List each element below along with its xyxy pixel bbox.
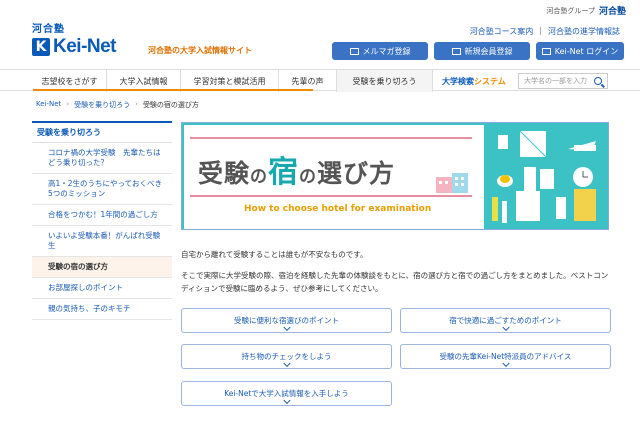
breadcrumb: Kei-Net › 受験を乗り切ろう › 受験の宿の選び方 [36, 100, 199, 110]
hero-title-a: 受験 [198, 159, 251, 188]
link-comfort-points[interactable]: 宿で快適に過ごすためのポイント [400, 308, 611, 333]
chevron-down-icon [501, 359, 510, 368]
course-link[interactable]: 河合塾コース案内 [470, 26, 534, 37]
account-buttons: メルマガ登録 新規会員登録 Kei-Net ログイン [332, 42, 624, 60]
group-label: 河合塾グループ [546, 6, 595, 15]
site-logo[interactable]: 河合塾 K Kei-Net [32, 20, 117, 58]
hero-banner: 受験の宿の選び方 How to choose hotel for examina… [181, 122, 609, 230]
univ-search-label-b: システム [474, 76, 506, 86]
hero-title-c: 宿 [268, 155, 300, 190]
login-label: Kei-Net ログイン [554, 46, 619, 56]
sidebar-item-room[interactable]: お部屋探しのポイント [32, 278, 172, 299]
univ-search-label: 大学検索 システム [442, 70, 506, 92]
link-advice[interactable]: 受験の先輩Kei-Net特派員のアドバイス [400, 344, 611, 369]
link-checklist[interactable]: 持ち物のチェックをしよう [181, 344, 392, 369]
group-bar: 河合塾グループ 河合塾 [546, 4, 626, 18]
intro-line-1: 自宅から離れて受験することは誰もが不安なものです。 [181, 250, 368, 259]
user-icon [451, 47, 461, 55]
login-icon [541, 47, 551, 55]
magazine-link[interactable]: 河合塾の進学情報誌 [548, 26, 620, 37]
mailmag-button[interactable]: メルマガ登録 [332, 42, 428, 60]
site-tagline: 河合塾の大学入試情報サイト [148, 46, 252, 55]
nav-accent-line [33, 89, 313, 91]
chevron-down-icon [282, 396, 291, 405]
hero-title: 受験の宿の選び方 [198, 147, 395, 191]
sidebar-item-exam-day[interactable]: いよいよ受験本番！がんばれ受験生 [32, 226, 172, 257]
search-icon[interactable] [594, 77, 602, 85]
hero-card: 受験の宿の選び方 How to choose hotel for examina… [184, 125, 484, 229]
register-label: 新規会員登録 [464, 46, 513, 56]
sidebar-heading[interactable]: 受験を乗り切ろう [32, 121, 172, 143]
hero-subtitle: How to choose hotel for examination [244, 204, 432, 214]
logo-k-icon: K [32, 38, 50, 56]
mail-icon [349, 47, 359, 55]
sidebar-item-hotel[interactable]: 受験の宿の選び方 [32, 257, 172, 278]
hotel-icon [436, 173, 468, 193]
sidebar-item-corona[interactable]: コロナ禍の大学受験 先輩たちはどう乗り切った？ [32, 143, 172, 174]
crumb-home[interactable]: Kei-Net [36, 100, 61, 110]
link-keinet-info[interactable]: Kei-Netで大学入試情報を入手しよう [181, 381, 392, 406]
crumb-current: 受験の宿の選び方 [142, 101, 199, 109]
hero-title-d: の [299, 167, 318, 187]
hero-title-e: 選び方 [317, 159, 396, 188]
sidebar-item-year[interactable]: 合格をつかむ！1年間の過ごし方 [32, 205, 172, 226]
register-button[interactable]: 新規会員登録 [434, 42, 530, 60]
univ-search-label-a: 大学検索 [442, 76, 474, 86]
hero-title-b: の [250, 167, 269, 187]
global-nav: 志望校をさがす 大学入試情報 学習対策と模試活用 先輩の声 受験を乗り切ろう 大… [0, 69, 640, 92]
mailmag-label: メルマガ登録 [362, 46, 411, 56]
univ-search-input[interactable]: 大学名の一部を入力 [518, 73, 608, 89]
logo-sub: 河合塾 [32, 24, 65, 35]
sidebar-item-missions[interactable]: 高1・2生のうちにやっておくべき5つのミッション [32, 174, 172, 205]
group-logo[interactable]: 河合塾 [599, 4, 626, 17]
hero-illustration [492, 130, 596, 223]
nav-item-survive[interactable]: 受験を乗り切ろう [337, 70, 433, 92]
link-hotel-points[interactable]: 受験に便利な宿選びのポイント [181, 308, 392, 333]
chevron-down-icon [282, 359, 291, 368]
chevron-down-icon [501, 323, 510, 332]
sidebar-item-parents[interactable]: 親の気持ち、子のキモチ [32, 299, 172, 320]
chevron-down-icon [282, 323, 291, 332]
top-links: 河合塾コース案内 | 河合塾の進学情報誌 [469, 26, 620, 37]
intro-line-2: そこで実際に大学受験の際、宿泊を経験した先輩の体験談をもとに、宿の選び方と宿での… [181, 271, 609, 293]
sidebar: 受験を乗り切ろう コロナ禍の大学受験 先輩たちはどう乗り切った？ 高1・2生のう… [32, 121, 172, 320]
crumb-section[interactable]: 受験を乗り切ろう [74, 100, 130, 110]
login-button[interactable]: Kei-Net ログイン [536, 42, 624, 60]
logo-text: Kei-Net [53, 36, 117, 57]
search-placeholder: 大学名の一部を入力 [524, 77, 587, 85]
